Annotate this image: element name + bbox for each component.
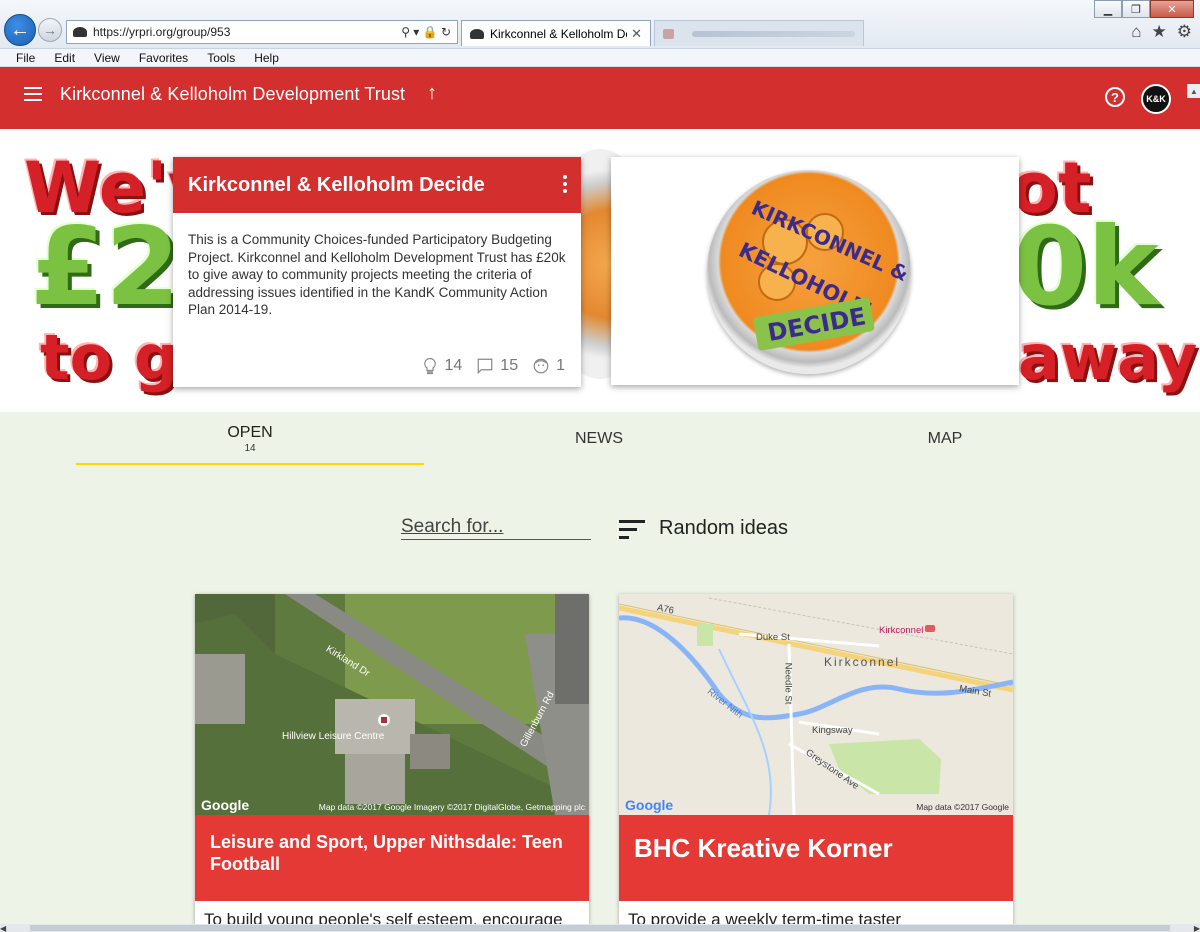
lightbulb-icon — [423, 357, 436, 375]
sort-icon[interactable] — [619, 520, 645, 540]
address-url[interactable]: https://yrpri.org/group/953 — [93, 25, 401, 39]
menu-file[interactable]: File — [16, 51, 35, 65]
toolbar-icons: ⌂ ★ ⚙ — [1131, 22, 1192, 42]
avatar[interactable]: K&K — [1141, 84, 1171, 114]
search-input[interactable]: Search for... — [401, 516, 591, 540]
tab-favicon-icon — [470, 28, 484, 39]
map-label-needle-st: Needle St — [782, 662, 794, 705]
address-bar[interactable]: https://yrpri.org/group/953 ⚲ ▾ 🔒 ↻ — [66, 20, 458, 44]
menu-icon[interactable] — [24, 87, 42, 101]
group-card: Kirkconnel & Kelloholm Decide This is a … — [173, 157, 581, 387]
browser-tab-active[interactable]: Kirkconnel & Kelloholm De... ✕ — [461, 20, 651, 46]
sort-dropdown[interactable]: Random ideas — [659, 517, 788, 540]
members-count: 1 — [556, 357, 565, 374]
banner-amount-left: £2 — [30, 205, 181, 330]
back-button[interactable]: ← — [4, 14, 36, 46]
map-label-duke-st: Duke St — [756, 632, 790, 643]
idea-title[interactable]: BHC Kreative Korner — [634, 833, 893, 864]
browser-chrome: ← → https://yrpri.org/group/953 ⚲ ▾ 🔒 ↻ … — [0, 0, 1200, 49]
favorites-icon[interactable]: ★ — [1152, 22, 1167, 42]
group-card-header: Kirkconnel & Kelloholm Decide — [173, 157, 581, 213]
settings-icon[interactable]: ⚙ — [1177, 22, 1192, 42]
group-logo-card[interactable]: KIRKCONNEL & KELLOHOLM DECIDE — [611, 157, 1019, 385]
community-title[interactable]: Kirkconnel & Kelloholm Development Trust — [60, 84, 405, 105]
tab-open-label: OPEN — [227, 424, 273, 441]
tab-close-icon[interactable]: ✕ — [631, 26, 642, 42]
menu-favorites[interactable]: Favorites — [139, 51, 188, 65]
idea-card[interactable]: A76 Duke St Kirkconnel Kirkconnel Main S… — [619, 594, 1013, 932]
tab-indicator — [76, 463, 424, 465]
tab-ghost-title — [692, 30, 855, 37]
map-label-station: Kirkconnel — [879, 625, 924, 636]
window-controls: ▁ ❐ ✕ — [1094, 0, 1194, 18]
comments-stat: 15 — [476, 357, 518, 375]
idea-map-satellite: Kirkland Dr Hillview Leisure Centre Gill… — [195, 594, 589, 815]
group-logo: KIRKCONNEL & KELLOHOLM DECIDE — [707, 170, 911, 374]
tab-news-label: NEWS — [575, 430, 623, 447]
help-icon[interactable]: ? — [1105, 87, 1125, 107]
tab-open-count: 14 — [244, 443, 256, 454]
more-options-icon[interactable] — [563, 175, 567, 193]
scrollbar-up-icon[interactable]: ▲ — [1187, 84, 1200, 98]
map-label-kingsway: Kingsway — [812, 725, 853, 736]
tab-title: Kirkconnel & Kelloholm De... — [490, 26, 628, 41]
map-attribution: Map data ©2017 Google Imagery ©2017 Digi… — [318, 802, 585, 812]
home-icon[interactable]: ⌂ — [1131, 22, 1141, 42]
logo-artwork: KIRKCONNEL & KELLOHOLM DECIDE — [735, 196, 911, 351]
arrow-up-icon[interactable]: ↑ — [427, 82, 437, 105]
map-attribution: Map data ©2017 Google — [916, 802, 1009, 812]
scroll-left-icon[interactable]: ◀ — [0, 924, 14, 932]
scrollbar-thumb[interactable] — [30, 925, 1170, 931]
idea-title[interactable]: Leisure and Sport, Upper Nithsdale: Teen… — [210, 831, 569, 875]
idea-header[interactable]: Leisure and Sport, Upper Nithsdale: Teen… — [195, 815, 589, 901]
map-label-poi: Hillview Leisure Centre — [282, 731, 385, 742]
menu-tools[interactable]: Tools — [207, 51, 235, 65]
restore-icon[interactable]: ❐ — [1122, 0, 1150, 18]
tab-map[interactable]: MAP — [770, 412, 1120, 466]
search-placeholder: Search for... — [401, 516, 504, 537]
comments-count: 15 — [500, 357, 519, 374]
ideas-count: 14 — [444, 357, 463, 374]
menu-edit[interactable]: Edit — [54, 51, 75, 65]
idea-map-road: A76 Duke St Kirkconnel Kirkconnel Main S… — [619, 594, 1013, 815]
banner-amount-right: 0k — [1012, 205, 1159, 330]
group-title: Kirkconnel & Kelloholm Decide — [188, 173, 485, 196]
group-stats: 14 15 1 — [421, 357, 565, 375]
map-label-town: Kirkconnel — [824, 655, 901, 669]
forward-button[interactable]: → — [38, 18, 62, 42]
menu-help[interactable]: Help — [254, 51, 279, 65]
horizontal-scrollbar[interactable]: ◀ ▶ — [0, 924, 1200, 932]
menu-view[interactable]: View — [94, 51, 120, 65]
address-tools-icon[interactable]: ⚲ ▾ 🔒 ↻ — [401, 25, 457, 39]
app-header: Kirkconnel & Kelloholm Development Trust… — [0, 67, 1200, 129]
tab-ghost-favicon-icon — [663, 28, 675, 39]
minimize-icon[interactable]: ▁ — [1094, 0, 1122, 18]
menu-bar: File Edit View Favorites Tools Help — [0, 49, 1200, 67]
ideas-stat: 14 — [421, 357, 463, 375]
google-logo: Google — [201, 797, 250, 813]
google-logo: Google — [625, 797, 674, 813]
browser-tab-new[interactable] — [654, 20, 864, 46]
idea-card[interactable]: Kirkland Dr Hillview Leisure Centre Gill… — [195, 594, 589, 932]
idea-header[interactable]: BHC Kreative Korner — [619, 815, 1013, 901]
close-window-icon[interactable]: ✕ — [1150, 0, 1194, 18]
scroll-right-icon[interactable]: ▶ — [1186, 924, 1200, 932]
tab-news[interactable]: NEWS — [424, 412, 774, 466]
tab-bar: OPEN 14 NEWS MAP — [0, 412, 1200, 472]
members-stat: 1 — [532, 357, 565, 375]
tab-map-label: MAP — [927, 430, 963, 447]
comment-icon — [477, 358, 493, 375]
face-icon — [533, 358, 549, 374]
banner-line3-right: away — [1018, 321, 1198, 394]
group-description: This is a Community Choices-funded Parti… — [188, 232, 566, 317]
tab-open[interactable]: OPEN 14 — [76, 412, 424, 466]
site-favicon-icon — [73, 27, 87, 37]
